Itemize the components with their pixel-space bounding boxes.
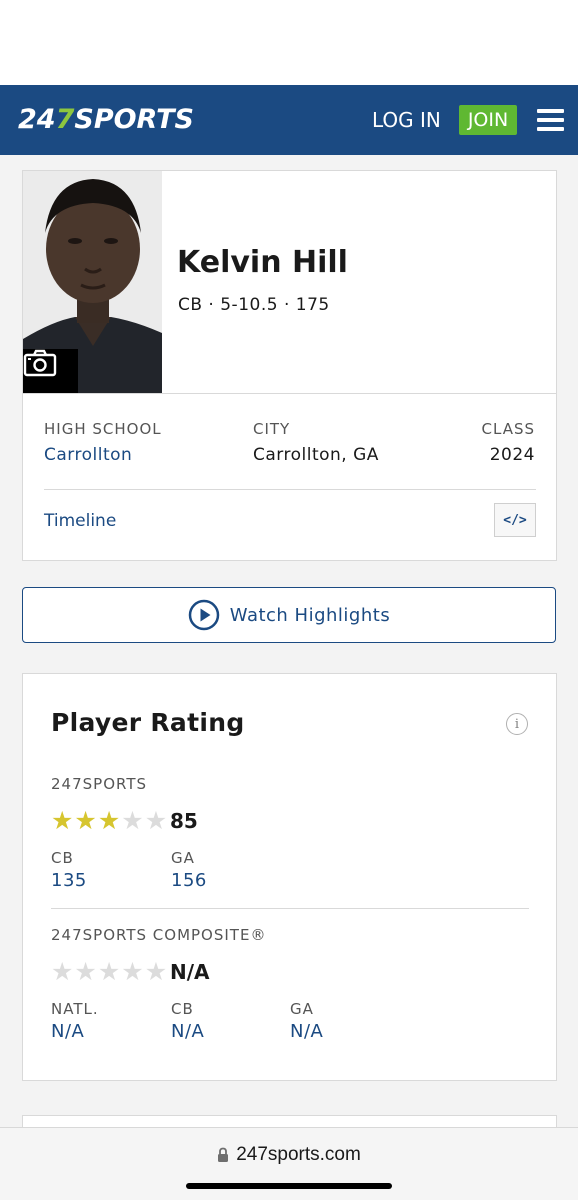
empty-star-icon: ★: [74, 957, 97, 986]
empty-star-icon: ★: [144, 806, 168, 835]
247sports-score: 85: [170, 809, 198, 833]
class-value: 2024: [489, 445, 535, 465]
empty-star-icon: ★: [97, 957, 121, 986]
url-field[interactable]: 247sports.com: [0, 1144, 578, 1166]
hamburger-menu-icon[interactable]: [537, 109, 564, 131]
city-value: Carrollton, GA: [253, 445, 379, 465]
city-label: CITY: [253, 420, 291, 438]
national-rank-label: NATL.: [51, 1000, 99, 1018]
empty-star-icon: ★: [144, 957, 168, 986]
timeline-link[interactable]: Timeline: [44, 511, 116, 531]
composite-rating-label: 247SPORTS COMPOSITE®: [51, 926, 267, 944]
filled-star-icon: ★: [97, 806, 121, 835]
divider: [23, 393, 556, 394]
247sports-rating-label: 247SPORTS: [51, 775, 148, 793]
national-rank-value[interactable]: N/A: [51, 1021, 84, 1042]
lock-icon: [218, 1147, 229, 1162]
composite-position-rank-label: CB: [171, 1000, 194, 1018]
composite-state-rank-value[interactable]: N/A: [290, 1021, 323, 1042]
browser-address-bar: 247sports.com: [0, 1127, 578, 1200]
watch-highlights-label: Watch Highlights: [229, 604, 391, 626]
composite-position-rank-value[interactable]: N/A: [171, 1021, 204, 1042]
composite-score: N/A: [170, 960, 210, 984]
player-rating-card: Player Rating i 247SPORTS ★ ★ ★ ★ ★ 85 CB 13…: [22, 673, 557, 1081]
join-button[interactable]: JOIN: [459, 105, 517, 135]
composite-state-rank-label: GA: [290, 1000, 314, 1018]
state-rank-value[interactable]: 156: [171, 870, 207, 891]
filled-star-icon: ★: [74, 806, 97, 835]
empty-star-icon: ★: [121, 957, 144, 986]
player-rating-title: Player Rating: [51, 708, 245, 737]
top-navigation: 247SPORTS LOG IN JOIN: [0, 85, 578, 155]
player-profile-card: Kelvin Hill CB · 5-10.5 · 175 HIGH SCHOO…: [22, 170, 557, 561]
composite-star-rating: ★ ★ ★ ★ ★: [51, 959, 167, 984]
divider: [44, 489, 536, 490]
high-school-link[interactable]: Carrollton: [44, 445, 132, 465]
empty-star-icon: ★: [121, 806, 144, 835]
class-label: CLASS: [481, 420, 535, 438]
status-bar-area: [0, 0, 578, 85]
state-rank-label: GA: [171, 849, 195, 867]
info-icon[interactable]: i: [506, 713, 528, 735]
divider: [51, 908, 529, 909]
position-rank-label: CB: [51, 849, 74, 867]
position-rank-value[interactable]: 135: [51, 870, 87, 891]
login-link[interactable]: LOG IN: [372, 108, 441, 132]
empty-star-icon: ★: [51, 957, 74, 986]
filled-star-icon: ★: [51, 806, 74, 835]
play-circle-icon: [188, 599, 220, 631]
player-position-measurables: CB · 5-10.5 · 175: [178, 295, 330, 315]
embed-code-button[interactable]: </>: [494, 503, 536, 537]
247sports-star-rating: ★ ★ ★ ★ ★: [51, 808, 167, 833]
high-school-label: HIGH SCHOOL: [44, 420, 162, 438]
watch-highlights-button[interactable]: Watch Highlights: [22, 587, 556, 643]
player-name: Kelvin Hill: [177, 245, 348, 280]
player-photo[interactable]: [23, 171, 162, 393]
url-text: 247sports.com: [236, 1144, 361, 1165]
camera-icon[interactable]: [23, 349, 78, 393]
site-logo[interactable]: 247SPORTS: [18, 104, 194, 135]
home-indicator[interactable]: [186, 1183, 392, 1189]
